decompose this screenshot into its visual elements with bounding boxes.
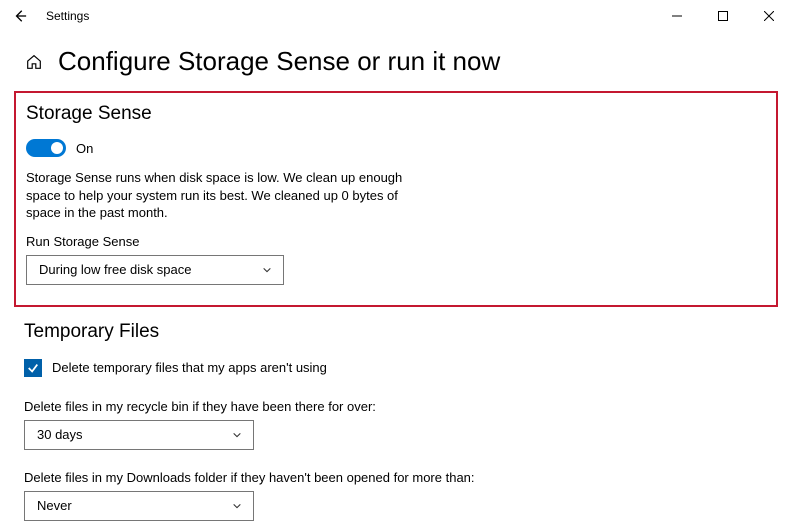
recycle-bin-label: Delete files in my recycle bin if they h… — [24, 399, 768, 414]
minimize-icon — [672, 11, 682, 21]
storage-sense-toggle[interactable] — [26, 139, 66, 157]
page-title: Configure Storage Sense or run it now — [58, 46, 500, 77]
temporary-files-section: Temporary Files Delete temporary files t… — [0, 321, 792, 521]
chevron-down-icon — [261, 264, 273, 276]
back-arrow-icon — [13, 9, 27, 23]
recycle-bin-select[interactable]: 30 days — [24, 420, 254, 450]
run-storage-sense-label: Run Storage Sense — [26, 234, 766, 249]
downloads-value: Never — [37, 498, 72, 513]
recycle-bin-value: 30 days — [37, 427, 83, 442]
home-button[interactable] — [24, 52, 44, 72]
delete-temp-checkbox[interactable] — [24, 359, 42, 377]
titlebar: Settings — [0, 0, 792, 32]
temporary-files-heading: Temporary Files — [24, 321, 768, 343]
delete-temp-label: Delete temporary files that my apps aren… — [52, 360, 327, 375]
run-storage-sense-select[interactable]: During low free disk space — [26, 255, 284, 285]
maximize-icon — [718, 11, 728, 21]
page-header: Configure Storage Sense or run it now — [0, 32, 792, 85]
storage-sense-section: Storage Sense On Storage Sense runs when… — [14, 91, 778, 307]
storage-sense-heading: Storage Sense — [26, 103, 766, 125]
home-icon — [25, 53, 43, 71]
back-button[interactable] — [12, 8, 28, 24]
minimize-button[interactable] — [654, 0, 700, 32]
window-title: Settings — [46, 9, 89, 23]
chevron-down-icon — [231, 500, 243, 512]
check-icon — [27, 362, 39, 374]
downloads-label: Delete files in my Downloads folder if t… — [24, 470, 768, 485]
downloads-select[interactable]: Never — [24, 491, 254, 521]
chevron-down-icon — [231, 429, 243, 441]
storage-sense-toggle-label: On — [76, 141, 93, 156]
close-icon — [764, 11, 774, 21]
maximize-button[interactable] — [700, 0, 746, 32]
run-storage-sense-value: During low free disk space — [39, 262, 191, 277]
storage-sense-description: Storage Sense runs when disk space is lo… — [26, 169, 416, 222]
close-button[interactable] — [746, 0, 792, 32]
